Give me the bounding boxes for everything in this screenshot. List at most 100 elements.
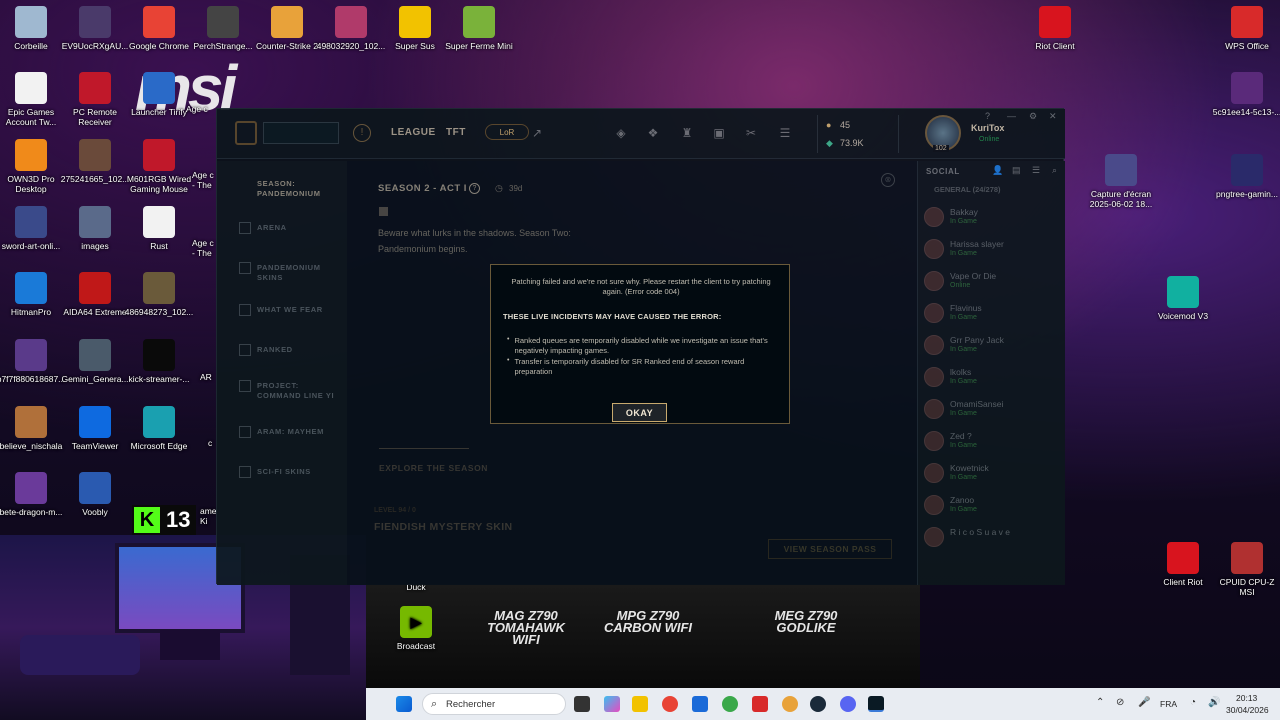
task-view-icon[interactable] <box>574 696 590 712</box>
partial-icon-label[interactable]: Age c - The <box>192 238 216 258</box>
desktop-icon[interactable]: b7f7f880618687... <box>0 339 66 384</box>
friend-row[interactable]: Zanoo In Game <box>924 493 1064 521</box>
desktop-icon[interactable]: Voicemod V3 <box>1148 276 1218 321</box>
desktop-icon[interactable]: bete-dragon-m... <box>0 472 66 517</box>
discord-icon[interactable] <box>840 696 856 712</box>
crafting-icon[interactable]: ✂ <box>743 125 759 141</box>
explore-label[interactable]: EXPLORE THE SEASON <box>379 463 488 473</box>
desktop-icon[interactable]: WPS Office <box>1212 6 1280 51</box>
friend-row[interactable]: Zed ? In Game <box>924 429 1064 457</box>
help-icon[interactable]: ? <box>985 111 990 121</box>
league-taskbar-icon[interactable] <box>868 696 884 712</box>
desktop-icon[interactable]: PerchStrange... <box>188 6 258 51</box>
desktop-icon[interactable]: 486948273_102... <box>124 272 194 317</box>
volume-icon[interactable]: 🔊 <box>1208 697 1220 708</box>
view-season-pass-button[interactable]: VIEW SEASON PASS <box>768 539 892 559</box>
champions-icon[interactable]: ♜ <box>679 125 695 141</box>
search-icon[interactable]: ⌕ <box>1052 165 1057 176</box>
desktop-icon[interactable]: OWN3D Pro Desktop <box>0 139 66 194</box>
partial-icon-label[interactable]: ame Ki <box>200 506 217 526</box>
chrome-profile-icon[interactable] <box>722 696 738 712</box>
sidebar-item[interactable]: SCI-FI SKINS <box>257 467 339 477</box>
friend-row[interactable]: Vape Or Die Online <box>924 269 1064 297</box>
desktop-icon[interactable]: TeamViewer <box>60 406 130 451</box>
desktop-icon[interactable]: Gemini_Genera... <box>60 339 130 384</box>
close-icon[interactable]: ✕ <box>1049 111 1057 122</box>
desktop-icon[interactable]: Corbeille <box>0 6 66 51</box>
desktop-icon[interactable]: 275241665_102... <box>60 139 130 184</box>
friend-group-header[interactable]: GENERAL (24/278) <box>934 185 1001 194</box>
sidebar-item[interactable]: WHAT WE FEAR <box>257 305 339 315</box>
play-button[interactable] <box>263 122 339 144</box>
desktop-icon[interactable]: EV9UocRXgAU... <box>60 6 130 51</box>
desktop-icon[interactable]: Super Sus <box>380 6 450 51</box>
desktop-icon[interactable]: believe_nischala <box>0 406 66 451</box>
add-friend-icon[interactable]: 👤 <box>992 165 1003 176</box>
partial-icon-label[interactable]: Age c - The <box>192 170 216 190</box>
steam-icon[interactable] <box>810 696 826 712</box>
wifi-icon[interactable]: ◔ <box>1190 697 1196 708</box>
loot-icon[interactable]: ❖ <box>645 125 661 141</box>
profile-icon[interactable]: ☰ <box>777 125 793 141</box>
friend-row[interactable]: Bakkay In Game <box>924 205 1064 233</box>
desktop-icon[interactable]: kick-streamer-... <box>124 339 194 384</box>
desktop-icon[interactable]: Rust <box>124 206 194 251</box>
sidebar-item[interactable]: RANKED <box>257 345 339 355</box>
desktop-icon[interactable]: 5c91ee14-5c13-... <box>1212 72 1280 117</box>
desktop-icon[interactable]: sword-art-onli... <box>0 206 66 251</box>
desktop-icon[interactable]: AIDA64 Extreme <box>60 272 130 317</box>
nav-tft[interactable]: TFT <box>446 127 466 138</box>
okay-button[interactable]: OKAY <box>612 403 667 422</box>
windows-start-icon[interactable] <box>396 696 412 712</box>
friend-row[interactable]: Grr Pany Jack In Game <box>924 333 1064 361</box>
chrome-icon[interactable] <box>662 696 678 712</box>
desktop-icon[interactable]: HitmanPro <box>0 272 66 317</box>
clock-time[interactable]: 20:13 <box>1236 693 1257 703</box>
friend-row[interactable]: R i c o S u a v e <box>924 525 1064 553</box>
language-indicator[interactable]: FRA <box>1160 699 1177 709</box>
friend-row[interactable]: OmamiSansei In Game <box>924 397 1064 425</box>
folder-icon[interactable]: ▤ <box>1012 165 1021 176</box>
broadcast-icon-item[interactable]: Duck ▶ Broadcast <box>382 582 450 651</box>
sidebar-item[interactable]: PROJECT: COMMAND LINE YI <box>257 381 339 401</box>
sidebar-item[interactable]: PANDEMONIUM SKINS <box>257 263 339 283</box>
network-off-icon[interactable]: ⊘ <box>1116 697 1124 708</box>
friend-row[interactable]: Harissa slayer In Game <box>924 237 1064 265</box>
desktop-icon[interactable]: Google Chrome <box>124 6 194 51</box>
nav-league[interactable]: LEAGUE <box>391 127 436 138</box>
sidebar-item[interactable]: ARAM: MAYHEM <box>257 427 339 437</box>
desktop-icon[interactable]: Epic Games Account Tw... <box>0 72 66 127</box>
desktop-icon[interactable]: Capture d'écran 2025-06-02 18... <box>1086 154 1156 209</box>
chrome-alt-icon[interactable] <box>782 696 798 712</box>
desktop-icon[interactable]: Launcher Tirify <box>124 72 194 117</box>
sidebar-item[interactable]: SEASON: PANDEMONIUM <box>257 179 339 199</box>
desktop-icon[interactable]: Client Riot <box>1148 542 1218 587</box>
league-logo-icon[interactable] <box>235 121 257 145</box>
desktop-icon[interactable]: Counter-Strike 2 <box>252 6 322 51</box>
desktop-icon[interactable]: Super Ferme Mini <box>444 6 514 51</box>
nav-lor-button[interactable]: LoR <box>485 124 529 140</box>
tray-chevron-icon[interactable]: ⌃ <box>1096 697 1104 708</box>
desktop-icon[interactable]: images <box>60 206 130 251</box>
desktop-icon[interactable]: Riot Client <box>1020 6 1090 51</box>
copilot-icon[interactable] <box>604 696 620 712</box>
sidebar-item[interactable]: ARENA <box>257 223 339 233</box>
desktop-icon[interactable]: pngtree-gamin... <box>1212 154 1280 199</box>
store-icon[interactable]: ▣ <box>711 125 727 141</box>
list-icon[interactable]: ☰ <box>1032 165 1040 176</box>
close-banner-icon[interactable]: ⊗ <box>881 173 895 187</box>
info-circle-icon[interactable]: ? <box>469 183 480 194</box>
desktop-icon[interactable]: 498032920_102... <box>316 6 386 51</box>
mic-icon[interactable]: 🎤 <box>1138 697 1150 708</box>
friend-row[interactable]: lkolks In Game <box>924 365 1064 393</box>
friend-row[interactable]: Kowetnick In Game <box>924 461 1064 489</box>
desktop-icon[interactable]: PC Remote Receiver <box>60 72 130 127</box>
desktop-icon[interactable]: Microsoft Edge <box>124 406 194 451</box>
clock-date[interactable]: 30/04/2026 <box>1226 705 1269 715</box>
friend-row[interactable]: Flavinus In Game <box>924 301 1064 329</box>
desktop-icon[interactable]: Voobly <box>60 472 130 517</box>
desktop-icon[interactable]: CPUID CPU-Z MSI <box>1212 542 1280 597</box>
partial-icon-label[interactable]: Age c <box>186 104 216 114</box>
minimize-icon[interactable]: — <box>1007 111 1016 121</box>
info-icon[interactable]: ! <box>353 124 371 142</box>
